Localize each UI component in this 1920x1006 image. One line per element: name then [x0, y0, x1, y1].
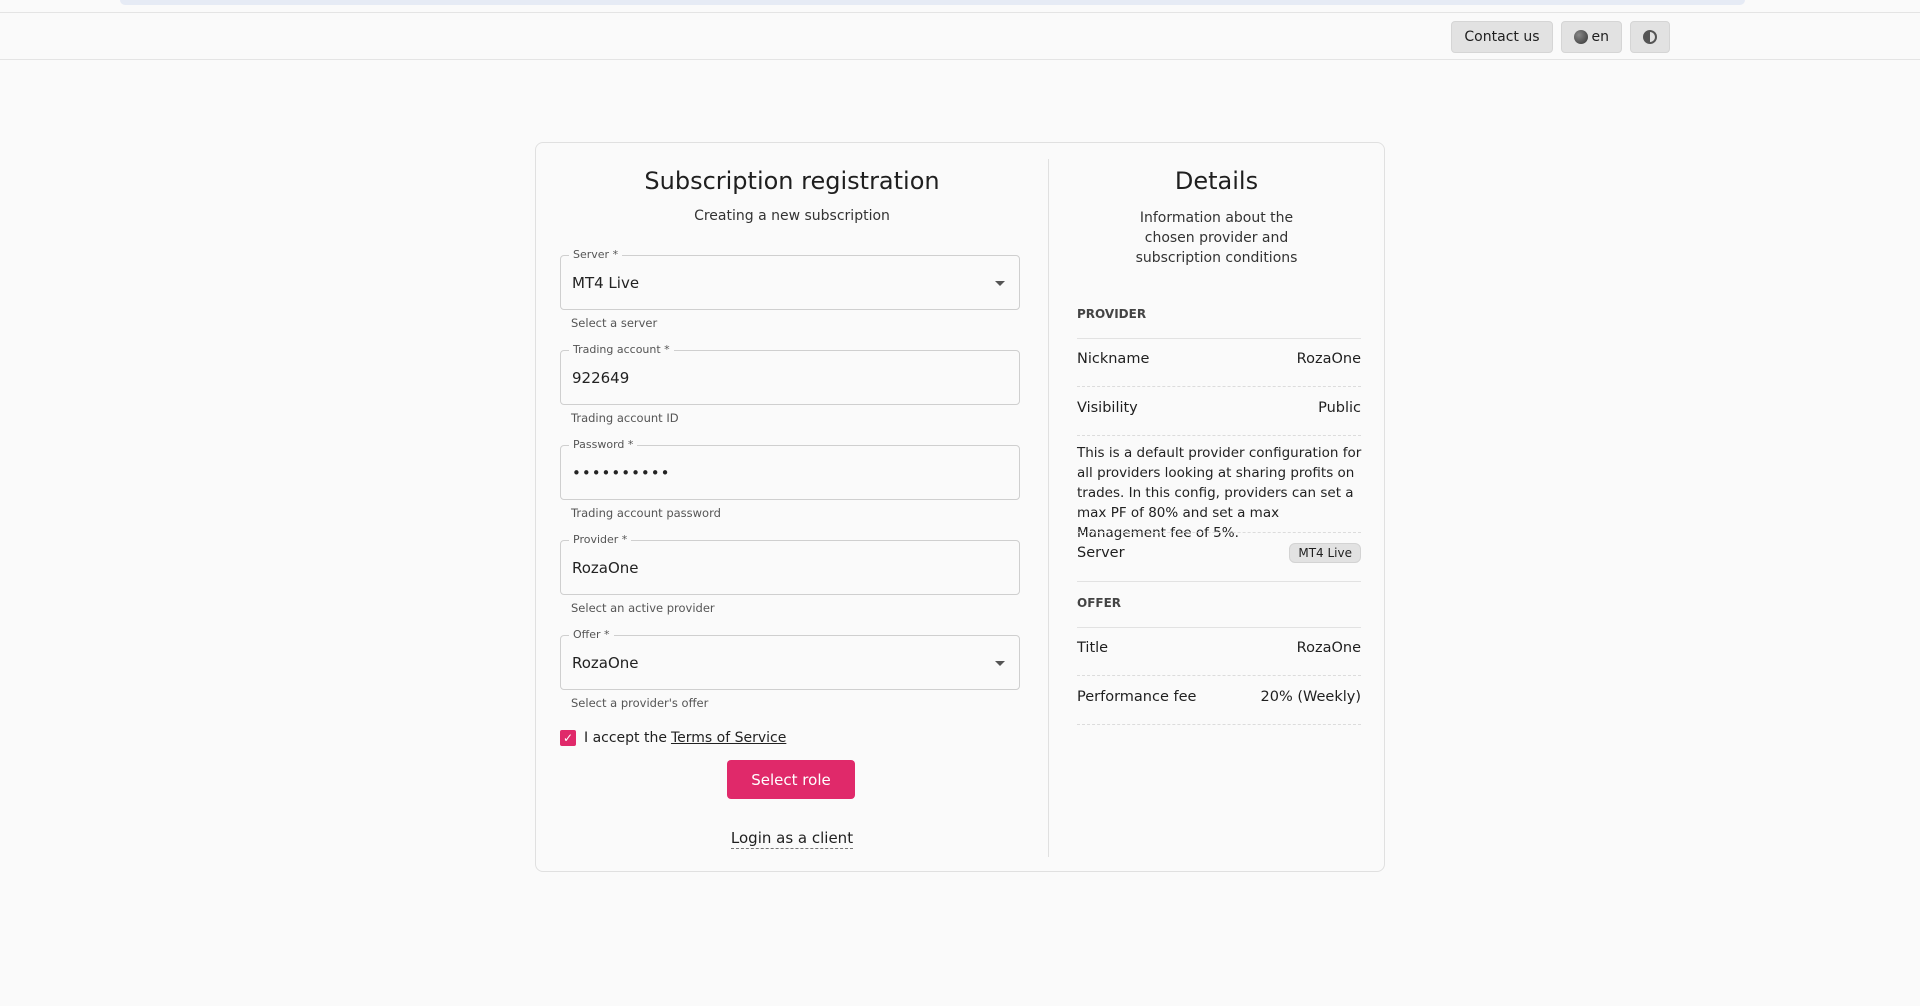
- terms-prefix: I accept the: [584, 730, 667, 746]
- theme-toggle-button[interactable]: [1630, 21, 1670, 53]
- select-role-label: Select role: [751, 770, 831, 789]
- provider-help: Select an active provider: [571, 601, 715, 615]
- divider: [1077, 532, 1361, 534]
- offer-title-key: Title: [1077, 640, 1109, 656]
- terms-row: ✓ I accept the Terms of Service: [560, 730, 786, 746]
- server-help: Select a server: [571, 316, 658, 330]
- form-title: Subscription registration: [644, 167, 940, 195]
- trading-account-help: Trading account ID: [571, 411, 679, 425]
- password-label: Password *: [569, 438, 638, 451]
- provider-value: RozaOne: [572, 559, 639, 577]
- password-field: Password * •••••••••• Trading account pa…: [560, 438, 1020, 520]
- contact-us-button[interactable]: Contact us: [1451, 21, 1553, 53]
- chevron-down-icon: [995, 281, 1005, 286]
- title-row: Title RozaOne: [1077, 640, 1361, 656]
- visibility-row: Visibility Public: [1077, 400, 1361, 416]
- password-help: Trading account password: [571, 506, 721, 520]
- divider: [1077, 627, 1361, 628]
- language-button[interactable]: en: [1560, 21, 1622, 53]
- nickname-key: Nickname: [1077, 351, 1150, 367]
- performance-fee-key: Performance fee: [1077, 689, 1197, 705]
- login-as-client-link[interactable]: Login as a client: [730, 829, 854, 849]
- trading-account-input[interactable]: Trading account * 922649: [560, 343, 1020, 405]
- visibility-value: Public: [1318, 400, 1361, 416]
- divider: [1077, 386, 1361, 388]
- nickname-row: Nickname RozaOne: [1077, 351, 1361, 367]
- provider-input[interactable]: Provider * RozaOne: [560, 533, 1020, 595]
- provider-label: Provider *: [569, 533, 632, 546]
- server-row: Server MT4 Live: [1077, 543, 1361, 563]
- login-as-client-link-wrap: Login as a client: [536, 829, 1048, 849]
- server-field: Server * MT4 Live Select a server: [560, 248, 1020, 330]
- language-label: en: [1591, 29, 1610, 45]
- offer-title-value: RozaOne: [1296, 640, 1361, 656]
- server-key: Server: [1077, 545, 1125, 561]
- trading-account-field: Trading account * 922649 Trading account…: [560, 343, 1020, 425]
- trading-account-label: Trading account *: [569, 343, 674, 356]
- offer-select[interactable]: Offer * RozaOne: [560, 628, 1020, 690]
- performance-fee-row: Performance fee 20% (Weekly): [1077, 689, 1361, 705]
- form-subtitle: Creating a new subscription: [694, 208, 890, 224]
- contact-us-label: Contact us: [1464, 29, 1540, 45]
- divider: [1077, 724, 1361, 726]
- top-bar: Contact us en: [0, 12, 1920, 60]
- server-chip: MT4 Live: [1289, 543, 1361, 563]
- password-input[interactable]: Password * ••••••••••: [560, 438, 1020, 500]
- divider: [1077, 581, 1361, 582]
- trading-account-value: 922649: [572, 369, 630, 387]
- details-panel: Details Information about the chosen pro…: [1049, 143, 1384, 871]
- terms-checkbox[interactable]: ✓: [560, 730, 576, 746]
- performance-fee-value: 20% (Weekly): [1260, 689, 1362, 705]
- contrast-icon: [1643, 30, 1657, 44]
- offer-value: RozaOne: [572, 654, 639, 672]
- provider-section-title: PROVIDER: [1077, 307, 1147, 321]
- password-value: ••••••••••: [572, 464, 671, 482]
- offer-section-title: OFFER: [1077, 596, 1122, 610]
- divider: [1077, 675, 1361, 677]
- registration-card: Subscription registration Creating a new…: [535, 142, 1385, 872]
- offer-label: Offer *: [569, 628, 614, 641]
- offer-field: Offer * RozaOne Select a provider's offe…: [560, 628, 1020, 710]
- globe-icon: [1573, 30, 1588, 44]
- top-actions: Contact us en: [1451, 21, 1670, 53]
- nickname-value: RozaOne: [1296, 351, 1361, 367]
- divider: [1077, 338, 1361, 339]
- server-label: Server *: [569, 248, 623, 261]
- server-value: MT4 Live: [572, 274, 640, 292]
- visibility-key: Visibility: [1077, 400, 1138, 416]
- divider: [1077, 435, 1361, 437]
- details-title: Details: [1174, 167, 1259, 195]
- server-select[interactable]: Server * MT4 Live: [560, 248, 1020, 310]
- terms-of-service-link[interactable]: Terms of Service: [671, 730, 786, 746]
- details-subtitle: Information about the chosen provider an…: [1135, 210, 1298, 266]
- browser-address-strip: [120, 0, 1745, 5]
- select-role-button[interactable]: Select role: [727, 760, 855, 799]
- provider-field: Provider * RozaOne Select an active prov…: [560, 533, 1020, 615]
- registration-form: Subscription registration Creating a new…: [536, 143, 1048, 871]
- offer-help: Select a provider's offer: [571, 696, 709, 710]
- chevron-down-icon: [995, 661, 1005, 666]
- provider-description: This is a default provider configuration…: [1077, 445, 1362, 541]
